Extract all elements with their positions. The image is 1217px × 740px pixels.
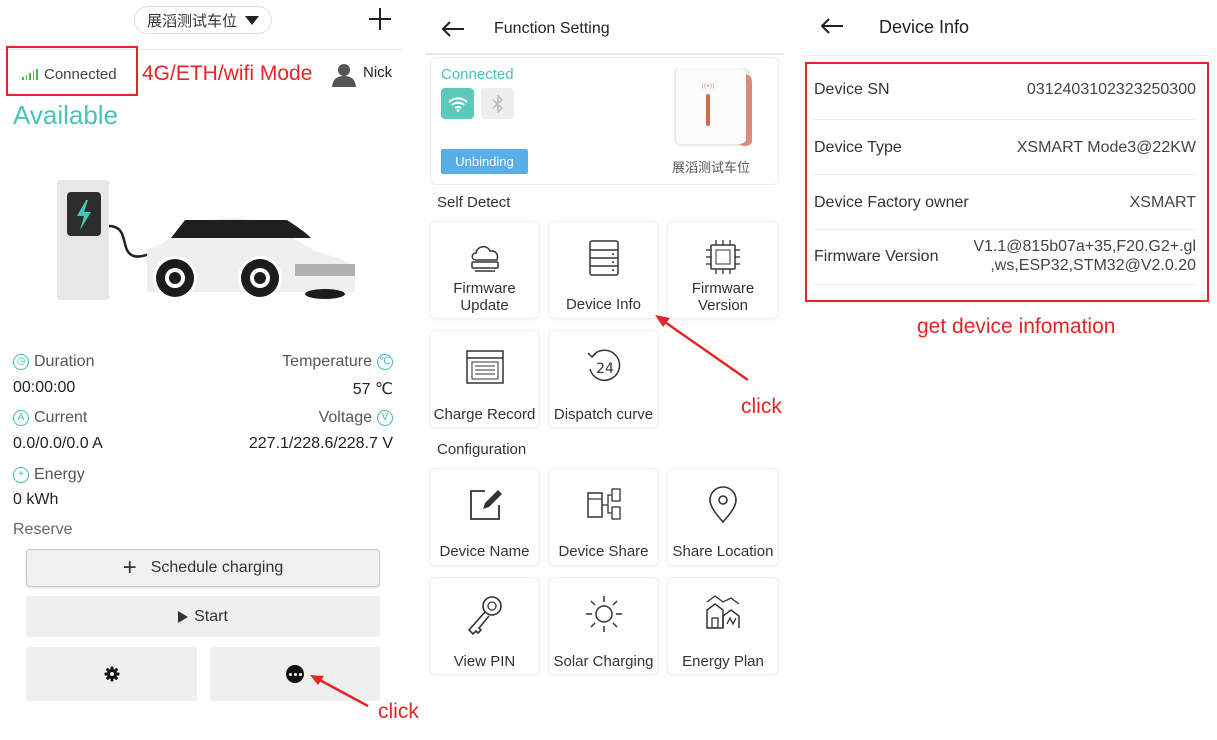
cloud-upload-icon bbox=[470, 245, 499, 272]
current-label: A Current bbox=[13, 409, 87, 427]
energy-icon: + bbox=[13, 467, 29, 483]
start-button[interactable]: Start bbox=[26, 596, 380, 637]
schedule-charging-label: Schedule charging bbox=[150, 559, 284, 576]
info-row-type: Device Type XSMART Mode3@22KW bbox=[814, 139, 1196, 159]
key-icon bbox=[467, 596, 502, 636]
add-device-button[interactable] bbox=[366, 5, 394, 33]
voltage-label: Voltage V bbox=[319, 409, 393, 427]
info-value: XSMART Mode3@22KW bbox=[1016, 139, 1196, 156]
charger-status: Available bbox=[13, 100, 119, 130]
energy-value: 0 kWh bbox=[13, 491, 59, 508]
duration-value: 00:00:00 bbox=[13, 379, 76, 396]
info-key: Device Type bbox=[814, 139, 902, 156]
share-devices-icon bbox=[586, 488, 621, 520]
click-annotation-1: click bbox=[378, 700, 419, 723]
tile-charge-record[interactable]: Charge Record bbox=[429, 330, 540, 428]
tile-dispatch-curve[interactable]: 24 Dispatch curve bbox=[548, 330, 659, 428]
card-connection-status: Connected bbox=[441, 66, 514, 83]
more-icon bbox=[286, 665, 304, 683]
tile-device-info[interactable]: Device Info bbox=[548, 221, 659, 319]
tile-device-share[interactable]: Device Share bbox=[548, 468, 659, 566]
charger-car-illustration bbox=[57, 180, 355, 300]
voltage-icon: V bbox=[377, 410, 393, 426]
temperature-icon: ℃ bbox=[377, 354, 393, 370]
temperature-label: Temperature ℃ bbox=[282, 353, 393, 371]
info-key: Device Factory owner bbox=[814, 194, 969, 211]
caret-down-icon bbox=[245, 15, 259, 25]
bluetooth-button[interactable] bbox=[481, 88, 514, 119]
click-annotation-2: click bbox=[741, 395, 782, 418]
row-divider bbox=[814, 284, 1196, 285]
record-list-icon bbox=[465, 350, 504, 384]
charger-device-image: ((•)) bbox=[674, 68, 752, 146]
device-info-annotation: get device infomation bbox=[917, 315, 1116, 338]
clock-24-icon: 24 bbox=[586, 349, 620, 381]
header-divider bbox=[425, 53, 784, 55]
chip-icon bbox=[706, 240, 740, 274]
start-label: Start bbox=[194, 607, 228, 625]
row-divider bbox=[814, 119, 1196, 120]
svg-text:24: 24 bbox=[596, 361, 614, 377]
bluetooth-icon bbox=[492, 94, 503, 113]
wifi-icon bbox=[447, 96, 468, 112]
duration-label: ◷ Duration bbox=[13, 353, 94, 371]
edit-icon bbox=[469, 490, 502, 520]
settings-button[interactable] bbox=[26, 647, 197, 701]
energy-plan-icon bbox=[706, 595, 740, 629]
svg-text:((•)): ((•)) bbox=[702, 83, 715, 90]
info-row-firmware: Firmware Version V1.1@815b07a+35,F20.G2+… bbox=[814, 238, 1196, 278]
play-icon bbox=[178, 610, 189, 623]
timer-icon: ◷ bbox=[13, 354, 29, 370]
info-key: Firmware Version bbox=[814, 248, 939, 265]
page-title: Function Setting bbox=[494, 20, 610, 37]
schedule-charging-button[interactable]: + Schedule charging bbox=[26, 549, 380, 587]
server-icon bbox=[588, 240, 619, 276]
info-value-line2: ,ws,ESP32,STM32@V2.0.20 bbox=[990, 257, 1196, 274]
page-title: Device Info bbox=[879, 17, 970, 37]
back-arrow-icon[interactable] bbox=[441, 21, 465, 37]
user-name[interactable]: Nick bbox=[363, 64, 392, 81]
tile-firmware-update[interactable]: Firmware Update bbox=[429, 221, 540, 319]
voltage-value: 227.1/228.6/228.7 V bbox=[248, 435, 393, 452]
arrow-annotation-1 bbox=[310, 675, 369, 708]
unbinding-button[interactable]: Unbinding bbox=[441, 149, 528, 174]
info-value: XSMART bbox=[1129, 194, 1196, 211]
info-key: Device SN bbox=[814, 81, 890, 98]
current-icon: A bbox=[13, 410, 29, 426]
gear-icon bbox=[104, 666, 119, 682]
temperature-value: 57 ℃ bbox=[352, 381, 393, 398]
info-value: 0312403102323250300 bbox=[1026, 81, 1196, 98]
back-arrow-icon[interactable] bbox=[820, 18, 844, 34]
info-row-owner: Device Factory owner XSMART bbox=[814, 194, 1196, 214]
current-value: 0.0/0.0/0.0 A bbox=[13, 435, 103, 452]
signal-icon bbox=[22, 68, 38, 80]
card-station-name: 展滔测试车位 bbox=[672, 161, 751, 176]
reserve-label: Reserve bbox=[13, 521, 73, 538]
station-name: 展滔测试车位 bbox=[146, 11, 237, 30]
header-divider bbox=[802, 55, 1209, 56]
tile-firmware-version[interactable]: Firmware Version bbox=[667, 221, 779, 319]
configuration-label: Configuration bbox=[437, 441, 527, 458]
location-pin-icon bbox=[709, 486, 737, 524]
arrow-annotation-2 bbox=[655, 315, 749, 382]
connection-status: Connected bbox=[44, 66, 117, 83]
row-divider bbox=[814, 174, 1196, 175]
wifi-button[interactable] bbox=[441, 88, 474, 119]
tile-energy-plan[interactable]: Energy Plan bbox=[667, 577, 779, 675]
plus-icon: + bbox=[122, 554, 137, 581]
info-row-sn: Device SN 0312403102323250300 bbox=[814, 81, 1196, 101]
tile-share-location[interactable]: Share Location bbox=[667, 468, 779, 566]
sun-icon bbox=[585, 596, 622, 632]
self-detect-label: Self Detect bbox=[437, 194, 511, 211]
tile-device-name[interactable]: Device Name bbox=[429, 468, 540, 566]
info-value-line1: V1.1@815b07a+35,F20.G2+.gl bbox=[973, 238, 1196, 255]
user-icon[interactable] bbox=[331, 62, 357, 88]
mode-annotation: 4G/ETH/wifi Mode bbox=[142, 62, 313, 85]
row-divider bbox=[814, 229, 1196, 230]
tile-solar-charging[interactable]: Solar Charging bbox=[548, 577, 659, 675]
tile-view-pin[interactable]: View PIN bbox=[429, 577, 540, 675]
station-selector[interactable]: 展滔测试车位 bbox=[134, 6, 272, 34]
energy-label: + Energy bbox=[13, 466, 85, 484]
